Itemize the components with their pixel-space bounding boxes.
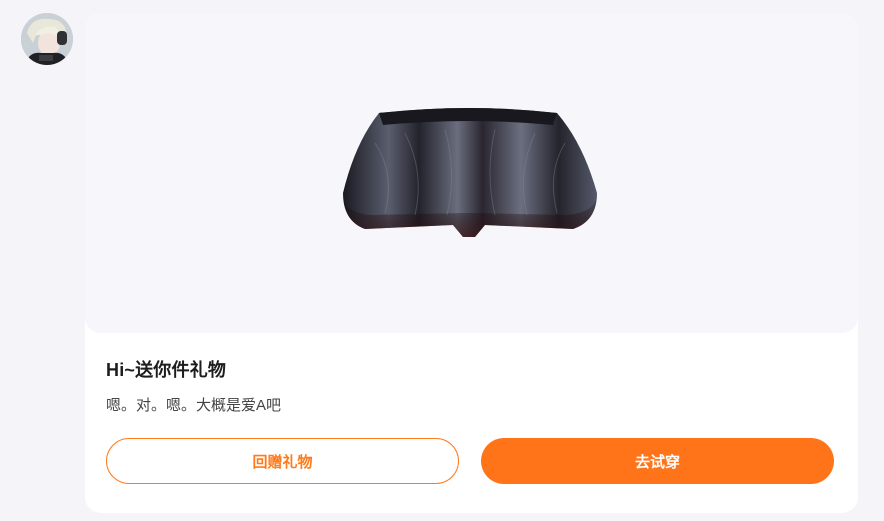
avatar-icon	[21, 13, 73, 65]
return-gift-button[interactable]: 回赠礼物	[106, 438, 459, 484]
gift-card: Hi~送你件礼物 嗯。对。嗯。大概是爱A吧 回赠礼物 去试穿	[85, 13, 858, 513]
gift-title: Hi~送你件礼物	[106, 360, 227, 380]
avatar[interactable]	[21, 13, 73, 65]
chat-screen: Hi~送你件礼物 嗯。对。嗯。大概是爱A吧 回赠礼物 去试穿	[0, 0, 884, 521]
gift-message: 嗯。对。嗯。大概是爱A吧	[106, 397, 282, 414]
bloomers-shorts-icon	[343, 108, 597, 237]
try-on-button[interactable]: 去试穿	[481, 438, 834, 484]
gift-image[interactable]	[85, 13, 858, 333]
